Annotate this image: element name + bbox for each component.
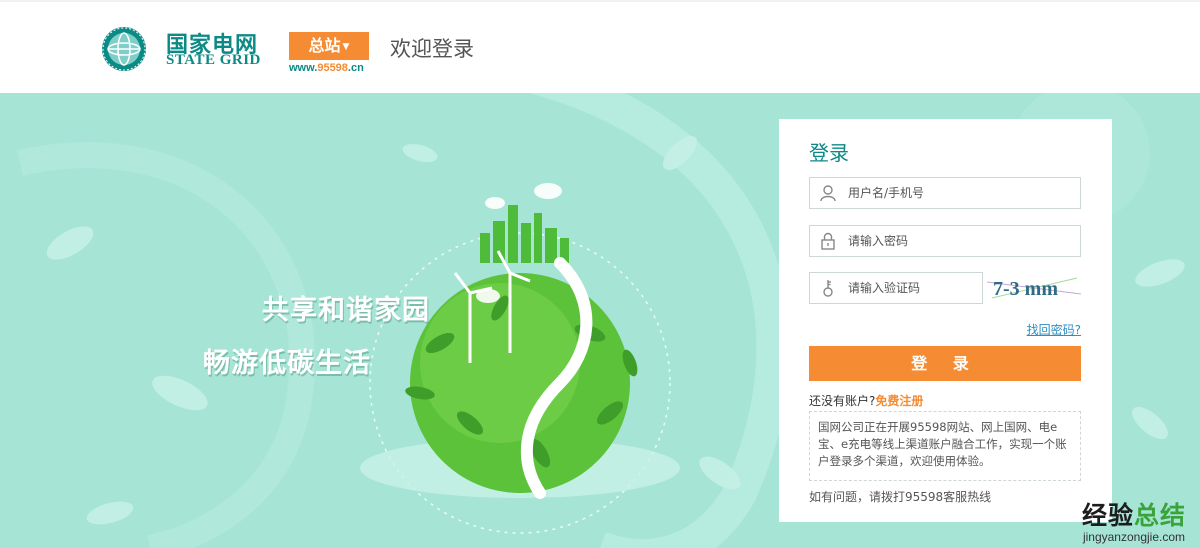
slogan-line-1: 共享和谐家园 — [262, 295, 430, 326]
username-field[interactable] — [809, 177, 1081, 209]
state-grid-globe-icon — [102, 27, 146, 71]
watermark-url: jingyanzongjie.com — [1082, 530, 1186, 544]
login-title: 登录 — [809, 141, 849, 165]
caret-down-icon: ▼ — [342, 41, 350, 52]
user-icon — [820, 185, 836, 202]
password-field[interactable] — [809, 225, 1081, 257]
account-merge-notice: 国网公司正在开展95598网站、网上国网、电e宝、e充电等线上渠道账户融合工作，… — [809, 411, 1081, 481]
lock-icon — [821, 232, 835, 250]
login-panel: 登录 7-3 mm 找回密码? 登 录 还没有账户?免费注册 — [779, 119, 1112, 522]
username-input[interactable] — [848, 178, 1073, 208]
welcome-title: 欢迎登录 — [390, 37, 474, 61]
register-link[interactable]: 免费注册 — [875, 394, 923, 408]
site-header: 国家电网 STATE GRID 总站 ▼ www.95598.cn 欢迎登录 — [0, 0, 1200, 93]
no-account-text: 还没有账户?免费注册 — [809, 394, 924, 408]
key-icon — [823, 280, 833, 297]
captcha-text: 7-3 mm — [993, 278, 1058, 300]
station-url: www.95598.cn — [289, 62, 364, 74]
forgot-password-link[interactable]: 找回密码? — [1027, 321, 1081, 338]
watermark-title: 经验总结 — [1081, 501, 1186, 530]
station-label: 总站 — [308, 36, 341, 55]
captcha-field[interactable] — [809, 272, 983, 304]
logo-text-en: STATE GRID — [166, 52, 261, 68]
watermark: 经验总结 jingyanzongjie.com — [1082, 496, 1186, 544]
captcha-image[interactable]: 7-3 mm — [987, 272, 1081, 304]
login-button[interactable]: 登 录 — [809, 346, 1081, 381]
captcha-input[interactable] — [848, 273, 978, 303]
slogan-line-2: 畅游低碳生活 — [203, 348, 371, 379]
password-input[interactable] — [848, 226, 1073, 256]
help-hotline-text: 如有问题，请拨打95598客服热线 — [809, 490, 992, 504]
station-select-button[interactable]: 总站 ▼ — [289, 32, 369, 60]
